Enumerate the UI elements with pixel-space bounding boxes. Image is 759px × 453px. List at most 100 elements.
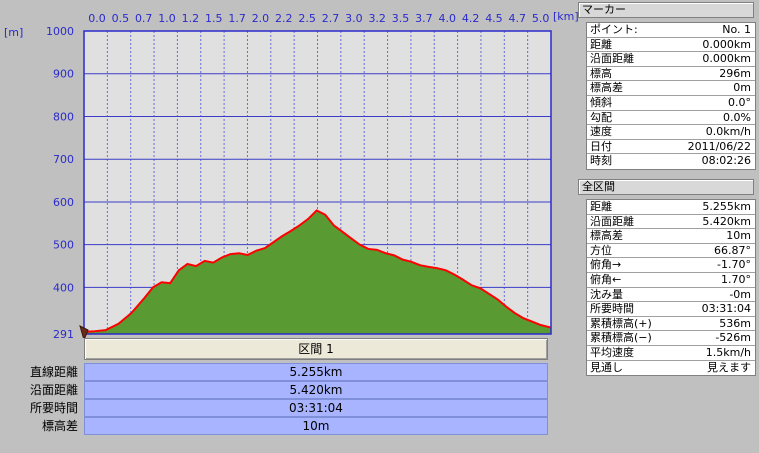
info-row: 勾配 0.0% [587, 111, 755, 126]
info-key: 傾斜 [590, 95, 612, 109]
y-tick-label: 1000 [46, 25, 74, 38]
x-tick-label: 3.7 [415, 12, 433, 25]
y-tick-label: 500 [53, 239, 74, 252]
segment-row-straight-distance: 直線距離 5.255km [0, 363, 548, 381]
all-segments-section-header[interactable]: 全区間 [578, 179, 754, 195]
segment-label: 所要時間 [29, 401, 78, 415]
info-value: No. 1 [722, 23, 751, 36]
info-row: 平均速度 1.5km/h [587, 346, 755, 361]
segment-value: 5.255km [84, 363, 548, 381]
x-tick-label: 1.2 [182, 12, 200, 25]
y-tick-label: 700 [53, 153, 74, 166]
info-key: 沿面距離 [590, 52, 634, 66]
x-tick-label: 0.5 [112, 12, 130, 25]
info-key: ポイント: [590, 23, 638, 36]
info-key: 距離 [590, 200, 612, 213]
info-row: 沿面距離 5.420km [587, 215, 755, 230]
info-key: 標高 [590, 66, 612, 80]
info-value: 0.000km [702, 52, 751, 66]
info-key: 俯角→ [590, 258, 622, 272]
y-tick-label: 291 [53, 328, 74, 338]
info-row: 標高差 0m [587, 81, 755, 96]
x-tick-label: 5.0 [532, 12, 550, 25]
info-row: 日付 2011/06/22 [587, 140, 755, 155]
elevation-profile-chart[interactable]: 0.0 0.5 0.7 1.0 1.2 1.5 1.7 2.0 2.2 2.5 2.7 3.0 3.2 3… [0, 0, 578, 338]
info-row: 傾斜 0.0° [587, 96, 755, 111]
x-tick-label: 4.5 [485, 12, 503, 25]
info-row: 沿面距離 0.000km [587, 52, 755, 67]
info-row: 距離 5.255km [587, 200, 755, 215]
marker-info-table: ポイント: No. 1 距離 0.000km 沿面距離 0.000km 標高 296m 標高差 0… [586, 22, 756, 170]
y-tick-label: 400 [53, 281, 74, 294]
y-unit-label: [m] [4, 26, 24, 39]
info-row: 所要時間 03:31:04 [587, 302, 755, 317]
info-value: 536m [719, 316, 751, 330]
info-value: 10m [726, 229, 751, 243]
info-row: 標高差 10m [587, 229, 755, 244]
y-tick-label: 800 [53, 110, 74, 123]
info-key: 所要時間 [590, 302, 634, 316]
info-row: 累積標高(−) -526m [587, 331, 755, 346]
info-key: 標高差 [590, 229, 623, 243]
info-key: 方位 [590, 243, 612, 257]
info-key: 日付 [590, 139, 612, 153]
info-row: 沈み量 -0m [587, 288, 755, 303]
info-key: 沈み量 [590, 287, 623, 301]
info-value: 1.5km/h [705, 345, 751, 359]
info-key: 俯角← [590, 272, 622, 286]
x-tick-label: 3.0 [345, 12, 363, 25]
info-value: 296m [719, 66, 751, 80]
info-value: 0.0° [728, 95, 751, 109]
x-tick-label: 1.0 [158, 12, 176, 25]
info-row: 標高 296m [587, 67, 755, 82]
info-value: 1.70° [721, 272, 751, 286]
x-tick-label: 2.7 [322, 12, 340, 25]
info-panel: マーカー ポイント: No. 1 距離 0.000km 沿面距離 0.000km 標高 296… [578, 0, 759, 453]
x-tick-label: 0.7 [135, 12, 153, 25]
info-value: -526m [715, 331, 751, 345]
x-tick-label: 1.5 [205, 12, 223, 25]
y-tick-label: 900 [53, 68, 74, 81]
info-key: 見通し [590, 360, 623, 374]
info-row: 累積標高(+) 536m [587, 317, 755, 332]
info-row: 時刻 08:02:26 [587, 154, 755, 169]
info-value: -0m [729, 287, 751, 301]
segment-value: 5.420km [84, 381, 548, 399]
info-value: 0.0km/h [705, 125, 751, 139]
info-key: 時刻 [590, 154, 612, 168]
info-value: 66.87° [714, 243, 751, 257]
segment-label: 直線距離 [29, 365, 78, 379]
x-tick-label: 2.2 [275, 12, 293, 25]
x-unit-label: [km] [553, 10, 579, 23]
x-tick-label: 1.7 [228, 12, 246, 25]
x-tick-label: 2.0 [252, 12, 270, 25]
info-row: 見通し 見えます [587, 361, 755, 376]
info-key: 累積標高(+) [590, 316, 652, 330]
marker-section-header[interactable]: マーカー [578, 2, 754, 18]
info-key: 速度 [590, 125, 612, 139]
info-row: 速度 0.0km/h [587, 125, 755, 140]
segment-label: 標高差 [41, 419, 78, 433]
info-value: 2011/06/22 [687, 139, 751, 153]
all-segments-info-table: 距離 5.255km 沿面距離 5.420km 標高差 10m 方位 66.87° 俯角→ -1.… [586, 199, 756, 377]
segment-value: 10m [84, 417, 548, 435]
segment-row-surface-distance: 沿面距離 5.420km [0, 381, 548, 399]
segment-row-duration: 所要時間 03:31:04 [0, 399, 548, 417]
info-value: 5.255km [702, 200, 751, 213]
x-tick-label: 4.2 [462, 12, 480, 25]
segment-header[interactable]: 区間 1 [84, 338, 548, 360]
info-key: 標高差 [590, 81, 623, 95]
x-tick-label: 3.5 [392, 12, 410, 25]
profile-area: 0.0 0.5 0.7 1.0 1.2 1.5 1.7 2.0 2.2 2.5 2.7 3.0 3.2 3… [0, 0, 579, 453]
info-key: 平均速度 [590, 345, 634, 359]
info-value: 08:02:26 [701, 154, 751, 168]
y-tick-label: 600 [53, 196, 74, 209]
info-row: 距離 0.000km [587, 38, 755, 53]
info-value: -1.70° [717, 258, 751, 272]
x-tick-label: 0.0 [88, 12, 106, 25]
x-tick-label: 4.7 [509, 12, 527, 25]
info-row: ポイント: No. 1 [587, 23, 755, 38]
info-value: 0m [733, 81, 751, 95]
info-row: 俯角← 1.70° [587, 273, 755, 288]
segment-value: 03:31:04 [84, 399, 548, 417]
